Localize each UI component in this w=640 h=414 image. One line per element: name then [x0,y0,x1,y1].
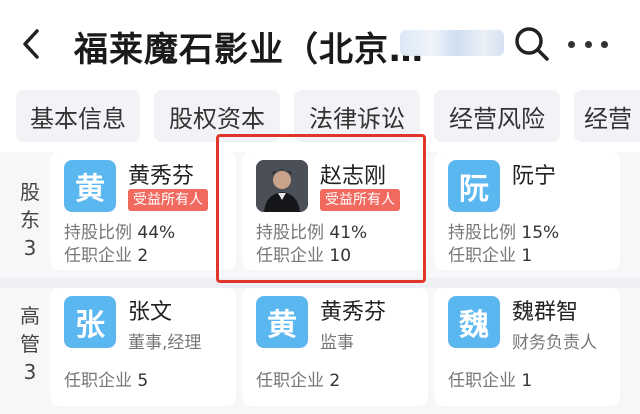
executive-card[interactable]: 魏 魏群智 财务负责人 任职企业 1 [434,288,620,406]
beneficial-owner-badge: 受益所有人 [128,189,208,211]
avatar: 阮 [448,160,500,212]
search-button[interactable] [512,24,552,64]
tab-operations[interactable]: 经营 [574,90,640,142]
avatar: 张 [64,296,116,348]
app-header: 福莱魔石影业（北京… [0,0,640,88]
executives-section: 高 管 3 张 张文 董事,经理 任职企业 5 黄 黄秀芬 监事 任职企业 2 … [0,288,640,414]
person-role: 监事 [320,333,354,353]
avatar: 黄 [256,296,308,348]
person-name: 黄秀芬 [320,300,387,325]
tab-basic-info[interactable]: 基本信息 [16,90,140,142]
executive-card[interactable]: 张 张文 董事,经理 任职企业 5 [50,288,236,406]
person-name: 黄秀芬 [128,164,195,189]
executives-label: 高 管 3 [20,304,40,384]
ratio-row: 持股比例 15% [448,223,560,243]
avatar: 魏 [448,296,500,348]
search-icon [515,27,549,61]
tab-risk[interactable]: 经营风险 [434,90,560,142]
person-name: 阮宁 [512,164,557,189]
jobs-row: 任职企业 2 [64,246,149,266]
person-role: 财务负责人 [512,333,597,353]
ratio-row: 持股比例 44% [64,223,176,243]
avatar: 黄 [64,160,116,212]
shareholder-card[interactable]: 阮 阮宁 持股比例 15% 任职企业 1 [434,152,620,270]
executive-card[interactable]: 黄 黄秀芬 监事 任职企业 2 [242,288,428,406]
page-title: 福莱魔石影业（北京… [74,30,424,70]
jobs-row: 任职企业 1 [448,246,533,266]
person-name: 魏群智 [512,300,579,325]
shareholder-card[interactable]: 黄 黄秀芬 受益所有人 持股比例 44% 任职企业 2 [50,152,236,270]
more-button[interactable] [568,38,608,50]
person-name: 张文 [128,300,173,325]
back-arrow-icon [23,29,39,59]
more-icon [568,40,575,48]
blurred-text [400,30,504,56]
jobs-row: 任职企业 5 [64,371,149,391]
jobs-row: 任职企业 1 [448,371,533,391]
jobs-row: 任职企业 2 [256,371,341,391]
highlight-box [216,134,426,283]
person-role: 董事,经理 [128,333,202,353]
back-button[interactable] [16,26,46,62]
shareholders-label: 股 东 3 [20,180,40,260]
